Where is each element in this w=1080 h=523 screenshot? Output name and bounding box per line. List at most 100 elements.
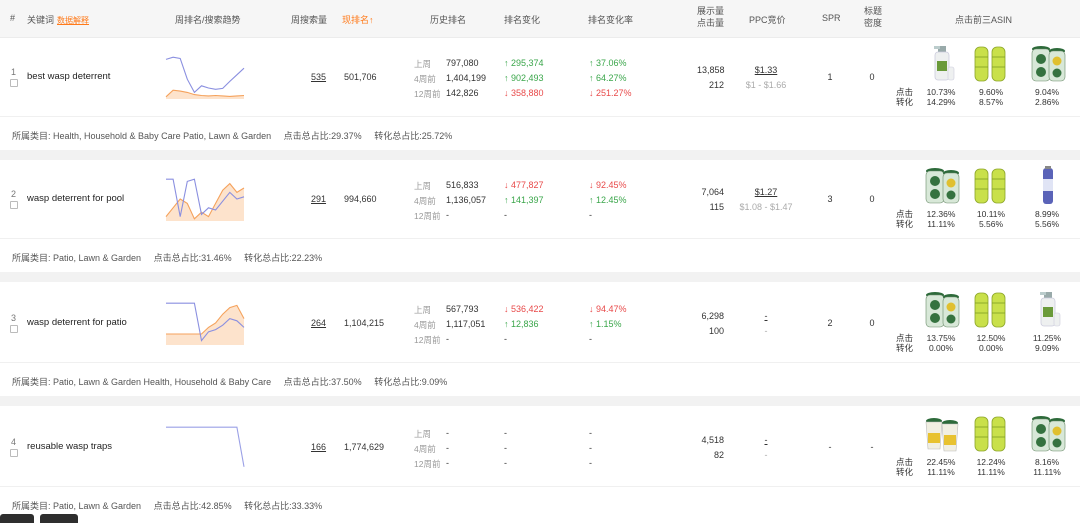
row-separator [0,396,1080,406]
label-twelve-weeks: 12周前 [414,335,441,345]
asin-product-image-2[interactable] [970,289,1010,331]
col-history-rank-header: 历史排名 [430,15,467,25]
rank-change-four-weeks: ↑ 902,493 [504,73,544,83]
row-index: 1 [11,67,17,77]
weekly-search-volume[interactable]: 535 [311,72,326,82]
trend-sparkline[interactable] [163,174,247,224]
col-index-header: # [10,13,16,23]
rank-rate-four-weeks: ↑ 12.45% [589,195,627,205]
trend-sparkline[interactable] [163,422,247,472]
trend-sparkline[interactable] [163,298,247,348]
asin-product-image-3[interactable] [1028,165,1068,207]
asin-product-image-1[interactable] [922,289,962,331]
ppc-bid-range: - [764,326,768,336]
ppc-bid[interactable]: - [730,311,802,321]
label-four-weeks: 4周前 [414,320,436,330]
asin-conversion-label: 转化 [896,343,914,353]
col-impressions-line1: 展示量 [697,6,725,16]
asin-product-image-2[interactable] [970,43,1010,85]
clicks-count: 100 [708,326,724,336]
col-current-rank-header[interactable]: 现排名↑ [342,13,374,26]
title-density-value: 0 [869,72,875,82]
col-impressions-header[interactable]: 展示量 点击量 [697,5,724,29]
asin-product-image-2[interactable] [970,165,1010,207]
asin-product-image-1[interactable] [922,413,962,455]
ppc-bid[interactable]: $1.33 [730,65,802,75]
rank-change-last-week: - [504,428,507,438]
label-four-weeks: 4周前 [414,196,436,206]
col-title-density-line2: 密度 [864,18,883,28]
col-weekly-search-header[interactable]: 周搜索量 [291,13,327,26]
col-top3-asin-header: 点击前三ASIN [955,15,1013,25]
clicks-count: 115 [709,202,724,212]
row-checkbox[interactable] [10,201,18,209]
row-index: 3 [11,313,17,323]
asin-product-image-3[interactable] [1028,289,1068,331]
asin-conversion-share-3: 11.11% [1033,467,1061,477]
product-thumbnail [974,416,1006,452]
weekly-search-volume[interactable]: 291 [311,194,326,204]
asin-conversion-share-1: 14.29% [926,97,956,107]
row-checkbox[interactable] [10,325,18,333]
label-four-weeks: 4周前 [414,74,436,84]
keyword-text[interactable]: wasp deterrent for patio [27,317,127,328]
conversion-share-text: 转化总占比:33.33% [244,501,323,511]
asin-product-image-3[interactable] [1028,413,1068,455]
ppc-bid[interactable]: $1.27 [730,187,802,197]
col-ppc-header[interactable]: PPC竞价 [749,13,786,26]
row-summary-text: 所属类目: Patio, Lawn & Garden 点击总占比:42.85% … [12,499,332,512]
asin-product-image-2[interactable] [970,413,1010,455]
col-title-density-header[interactable]: 标题 密度 [864,5,882,29]
weekly-search-volume[interactable]: 166 [311,442,326,452]
col-rank-change-rate-header[interactable]: 排名变化率 [588,13,633,26]
bottom-action-button-right[interactable] [40,514,78,523]
ppc-bid[interactable]: - [730,435,802,445]
product-thumbnail [1031,46,1066,82]
rank-rate-twelve-weeks: - [589,210,592,220]
click-share-text: 点击总占比:31.46% [153,253,232,263]
col-rank-change-header[interactable]: 排名变化 [504,13,540,26]
bottom-action-button-left[interactable] [0,514,34,523]
row-summary: 所属类目: Health, Household & Baby Care Pati… [0,116,1080,150]
rank-trend-line [166,426,245,467]
row-checkbox[interactable] [10,79,18,87]
clicks-count: 212 [708,80,724,90]
data-explanation-link[interactable]: 数据解释 [57,16,89,25]
asin-conversion-share-1: 11.11% [927,467,955,477]
conversion-share-text: 转化总占比:9.09% [374,377,448,387]
keyword-text[interactable]: reusable wasp traps [27,441,112,452]
col-spr-header[interactable]: SPR [822,13,841,23]
col-impressions-line2: 点击量 [697,18,725,28]
keyword-text[interactable]: best wasp deterrent [27,71,110,82]
product-thumbnail [974,168,1006,204]
asin-product-image-3[interactable] [1028,43,1068,85]
row-checkbox[interactable] [10,449,18,457]
asin-conversion-share-1: 11.11% [927,219,955,229]
title-density-value: 0 [869,318,875,328]
row-separator [0,272,1080,282]
spr-value: 3 [827,194,833,204]
keyword-text[interactable]: wasp deterrent for pool [27,193,124,204]
label-last-week: 上周 [414,429,432,439]
history-rank-twelve-weeks: - [446,334,449,344]
label-twelve-weeks: 12周前 [414,211,441,221]
history-rank-four-weeks: - [446,443,449,453]
trend-sparkline[interactable] [163,52,247,102]
weekly-search-volume[interactable]: 264 [311,318,326,328]
asin-conversion-share-2: 8.57% [978,97,1004,107]
category-text: 所属类目: Patio, Lawn & Garden Health, House… [12,377,272,387]
label-last-week: 上周 [414,59,432,69]
asin-conversion-share-3: 2.86% [1034,97,1060,107]
asin-product-image-1[interactable] [922,165,962,207]
asin-conversion-label: 转化 [896,219,914,229]
row-summary: 所属类目: Patio, Lawn & Garden Health, House… [0,362,1080,396]
product-thumbnail [925,418,959,452]
search-trend-area [166,305,244,345]
impressions-count: 6,298 [701,311,724,321]
col-title-density-line1: 标题 [864,6,883,16]
rank-change-four-weeks: - [504,443,507,453]
impressions-count: 7,064 [701,187,724,197]
spr-value: 2 [827,318,833,328]
asin-product-image-1[interactable] [922,43,962,85]
label-last-week: 上周 [414,305,432,315]
